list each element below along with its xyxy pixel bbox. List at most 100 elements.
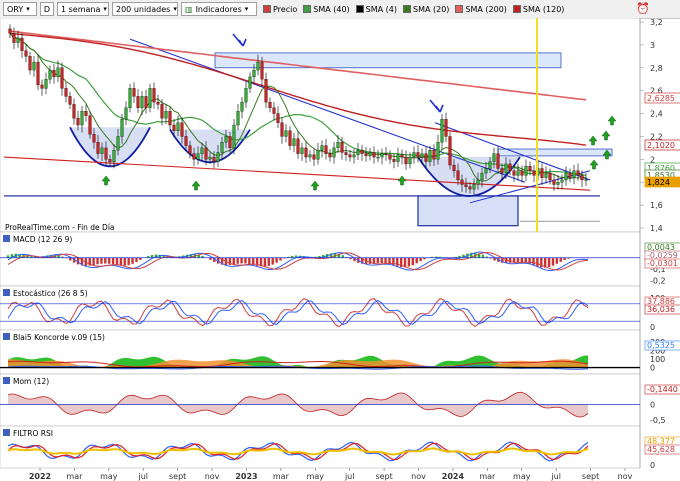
units-selector[interactable]: 200 unidades ▾	[112, 2, 178, 16]
x-tick-label: jul	[344, 472, 355, 481]
candle-body	[376, 156, 380, 159]
candle-body	[120, 119, 124, 137]
alarm-clock-icon[interactable]: ⏰	[636, 2, 650, 15]
mode-button[interactable]: D	[40, 2, 54, 16]
chart-area: 3,232,82,62,42,221,81,61,42,62852,10201,…	[0, 18, 680, 481]
candle-body	[236, 111, 240, 126]
candle-body	[160, 104, 164, 119]
candle-body	[228, 136, 232, 149]
candle-body	[268, 101, 272, 108]
candle-body	[532, 170, 536, 176]
macd-hist-bar	[240, 257, 243, 264]
candle-body	[416, 152, 420, 158]
x-tick-label: jul	[137, 472, 148, 481]
candle-body	[564, 172, 568, 181]
candle-body	[100, 147, 104, 154]
pane-2-last-value: 36,036	[647, 305, 675, 314]
macd-hist-bar	[547, 257, 551, 267]
macd-hist-bar	[115, 257, 119, 266]
candle-body	[72, 104, 76, 119]
macd-hist-bar	[69, 257, 72, 261]
macd-hist-bar	[150, 254, 154, 258]
macd-hist-bar	[232, 257, 235, 265]
candle-body	[44, 79, 48, 89]
x-tick-label: mar	[66, 472, 83, 481]
pane-title-3: Blai5 Koncorde v.09 (15)	[13, 333, 105, 342]
source-label: ProRealTime.com - Fin de Día	[5, 223, 115, 232]
candle-body	[184, 136, 188, 146]
x-tick-label: 2022	[29, 472, 51, 481]
candle-body	[308, 154, 312, 158]
candle-body	[344, 152, 348, 155]
pane-title-4: Mom (12)	[13, 377, 49, 386]
candle-body	[128, 88, 132, 108]
x-tick-label: sept	[375, 472, 392, 481]
macd-hist-bar	[104, 257, 107, 264]
candle-body	[476, 179, 480, 185]
candle-body	[280, 122, 284, 137]
candle-body	[504, 163, 508, 174]
candle-body	[384, 153, 388, 155]
candle-body	[412, 152, 416, 158]
legend-item-2[interactable]: SMA (4)	[355, 5, 397, 14]
price-tick-label: 2,8	[650, 64, 663, 73]
candle-body	[244, 88, 248, 103]
candle-body	[212, 156, 216, 162]
candle-body	[380, 153, 384, 158]
x-tick-label: sept	[169, 472, 186, 481]
candle-body	[252, 69, 256, 78]
candle-body	[264, 79, 268, 103]
macd-hist-bar	[111, 257, 115, 265]
legend-item-1[interactable]: SMA (40)	[303, 5, 350, 14]
legend-item-4[interactable]: SMA (200)	[455, 5, 507, 14]
chevron-down-icon: ▾	[26, 5, 30, 13]
candle-body	[364, 153, 368, 157]
pane-title-swatch-2	[3, 289, 10, 296]
candle-body	[288, 130, 292, 146]
candle-body	[552, 179, 556, 185]
candle-body	[492, 153, 496, 162]
price-tick-label: 3	[650, 41, 655, 50]
pane-4-tick-label: -0,5	[650, 416, 666, 425]
chevron-down-icon: ▾	[244, 5, 249, 13]
indicators-button[interactable]: ▥ Indicadores ▾	[181, 2, 257, 16]
pane-title-swatch-3	[3, 333, 10, 340]
x-tick-label: jul	[550, 472, 561, 481]
price-last-value: 2,6285	[647, 94, 675, 103]
pane-title-swatch-1	[3, 235, 10, 242]
candle-body	[256, 61, 260, 71]
candle-body	[116, 136, 120, 151]
candle-body	[452, 164, 456, 171]
period-selector[interactable]: 1 semana ▾	[57, 2, 109, 16]
candle-body	[456, 170, 460, 181]
legend-item-3[interactable]: SMA (20)	[402, 5, 449, 14]
macd-hist-bar	[555, 257, 559, 264]
candle-body	[500, 168, 504, 174]
candle-body	[144, 96, 148, 108]
candle-body	[32, 61, 36, 71]
legend-label: Precio	[273, 4, 298, 14]
candle-body	[112, 150, 116, 162]
legend-swatch	[303, 5, 312, 13]
candle-body	[424, 153, 428, 162]
pane-title-1: MACD (12 26 9)	[13, 235, 72, 244]
pane-4-tick-label: 0	[650, 401, 655, 410]
macd-hist-bar	[119, 257, 123, 266]
candle-body	[560, 179, 564, 183]
symbol-selector[interactable]: ORY ▾	[3, 2, 37, 16]
legend-item-5[interactable]: SMA (120)	[512, 5, 564, 14]
candle-body	[544, 172, 548, 178]
legend-item-0[interactable]: Precio	[263, 5, 297, 14]
price-last-value: 2,1020	[647, 141, 675, 150]
candle-body	[272, 107, 276, 114]
macd-hist-bar	[536, 257, 539, 267]
candle-body	[324, 145, 328, 154]
support-zone	[417, 195, 519, 227]
macd-hist-bar	[108, 257, 111, 264]
indicators-label: Indicadores	[195, 4, 242, 14]
macd-hist-bar	[267, 257, 271, 266]
candle-body	[400, 154, 404, 158]
candle-body	[104, 147, 108, 160]
pane-5-last-value: 45,628	[647, 445, 675, 454]
resistance-zone	[214, 52, 562, 69]
